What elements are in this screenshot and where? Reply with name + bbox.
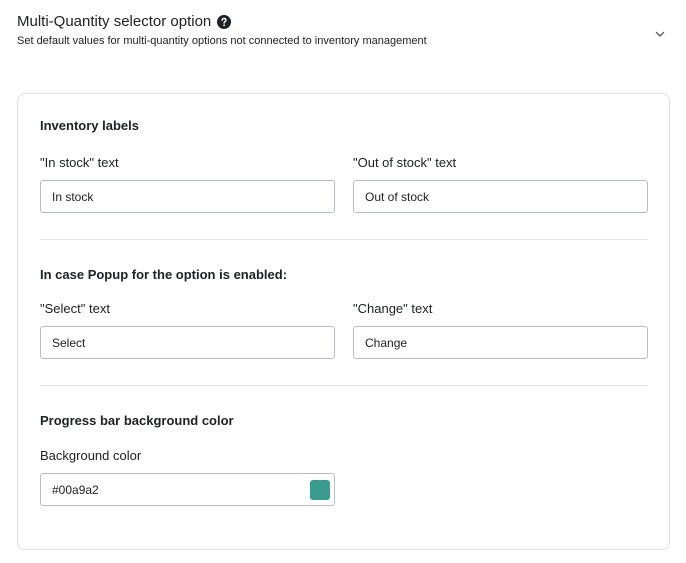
out-of-stock-input[interactable] [353, 180, 648, 213]
in-stock-input[interactable] [40, 180, 335, 213]
section-header[interactable]: Multi-Quantity selector option Set defau… [17, 12, 672, 52]
out-of-stock-label: "Out of stock" text [353, 155, 457, 170]
select-text-input[interactable] [40, 326, 335, 359]
inventory-labels-heading: Inventory labels [40, 118, 139, 133]
section-title: Multi-Quantity selector option [17, 13, 212, 30]
popup-heading: In case Popup for the option is enabled: [40, 267, 288, 282]
change-text-label: "Change" text [353, 301, 433, 316]
in-stock-label: "In stock" text [40, 155, 119, 170]
background-color-label: Background color [40, 448, 142, 463]
settings-card: Inventory labels "In stock" text "Out of… [17, 93, 670, 550]
divider [40, 385, 648, 386]
color-swatch[interactable] [310, 480, 330, 500]
divider [40, 239, 648, 240]
chevron-down-icon[interactable] [654, 28, 666, 40]
question-circle-icon[interactable] [217, 15, 232, 29]
section-subtitle: Set default values for multi-quantity op… [17, 35, 427, 47]
title-row: Multi-Quantity selector option [17, 12, 672, 32]
progress-bar-heading: Progress bar background color [40, 413, 234, 428]
background-color-input[interactable] [40, 473, 335, 506]
change-text-input[interactable] [353, 326, 648, 359]
select-text-label: "Select" text [40, 301, 110, 316]
